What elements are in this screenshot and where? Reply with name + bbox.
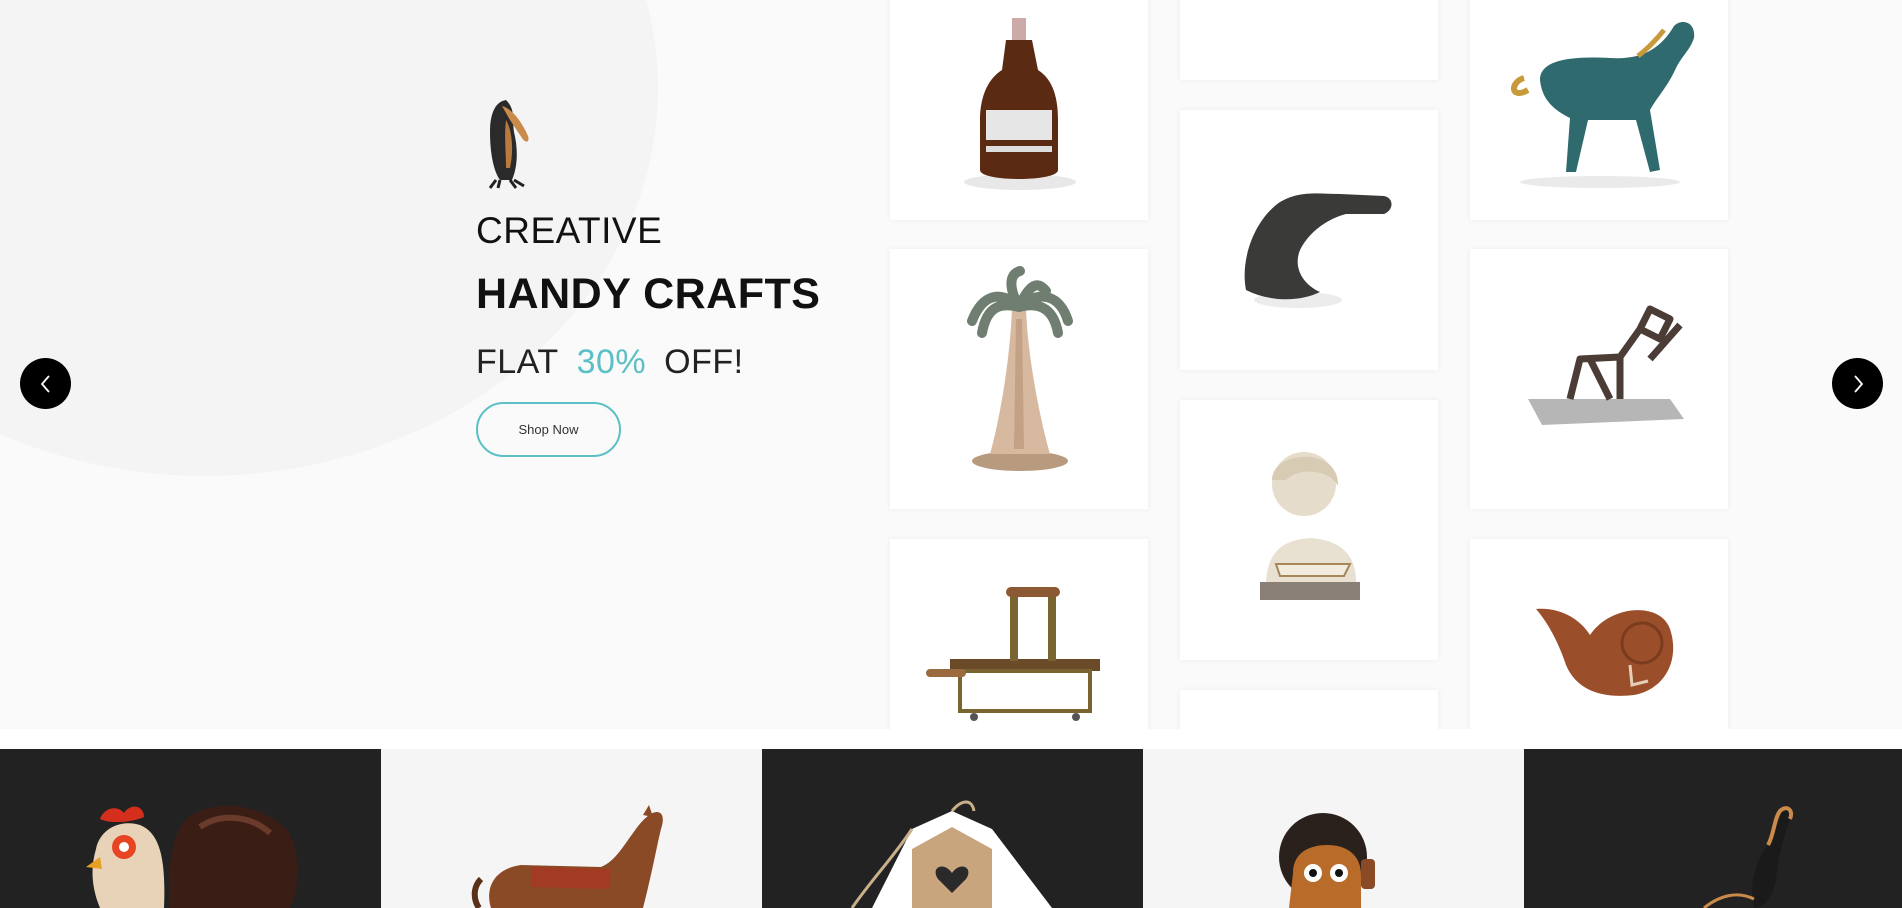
rooster-image [86, 805, 298, 908]
category-tile-birdhouse[interactable] [762, 749, 1143, 908]
shop-now-button[interactable]: Shop Now [476, 402, 621, 457]
palm-tree-lamp-image [967, 266, 1073, 471]
product-tile-reading-girl[interactable] [1180, 400, 1438, 660]
growler-bottle-image [964, 18, 1076, 190]
offer-prefix: FLAT [476, 343, 559, 381]
abstract-sculpture-image [1244, 193, 1392, 308]
product-tile-partial[interactable] [1180, 690, 1438, 729]
placeholder-image [1180, 690, 1438, 729]
product-tile-growler[interactable] [890, 0, 1148, 220]
monkey-toy-image [1279, 813, 1375, 908]
birdhouse-image [850, 800, 1052, 908]
chevron-right-icon [1853, 374, 1863, 393]
product-tile-metal-figure[interactable] [1470, 249, 1728, 509]
swan-figurine-image [1703, 806, 1793, 908]
product-tile-abstract[interactable] [1180, 110, 1438, 370]
product-tile-antique-iron[interactable] [890, 539, 1148, 729]
product-tile-palm-lamp[interactable] [890, 249, 1148, 509]
slider-prev-button[interactable] [20, 358, 71, 409]
reading-girl-bust-image [1260, 452, 1360, 600]
hero-headline: HANDY CRAFTS [476, 270, 821, 318]
wooden-horse-image [471, 805, 663, 908]
product-tile-blank[interactable] [1180, 0, 1438, 80]
horse-figurine-image [1511, 22, 1695, 188]
hero-slider: CREATIVE HANDY CRAFTS FLAT 30% OFF! Shop N… [0, 0, 1902, 729]
slider-next-button[interactable] [1832, 358, 1883, 409]
product-tile-wooden-ladle[interactable] [1470, 539, 1728, 729]
penguin-figurine-image [488, 100, 529, 189]
category-tile-swan[interactable] [1524, 749, 1902, 908]
wooden-ladle-image [1536, 608, 1674, 696]
offer-percent: 30% [576, 343, 647, 381]
category-tile-rooster[interactable] [0, 749, 381, 908]
product-tile-horse[interactable] [1470, 0, 1728, 220]
placeholder-image [1180, 0, 1438, 80]
category-tile-wooden-horse[interactable] [381, 749, 762, 908]
category-tile-monkey[interactable] [1143, 749, 1524, 908]
offer-suffix: OFF! [664, 343, 744, 381]
metal-figure-image [1528, 305, 1684, 425]
hero-kicker: CREATIVE [476, 210, 663, 251]
hero-offer: FLAT 30% OFF! [476, 342, 876, 382]
hero-text-block: CREATIVE HANDY CRAFTS FLAT 30% OFF! Shop N… [476, 96, 876, 457]
antique-iron-image [926, 587, 1100, 721]
chevron-left-icon [40, 374, 50, 393]
